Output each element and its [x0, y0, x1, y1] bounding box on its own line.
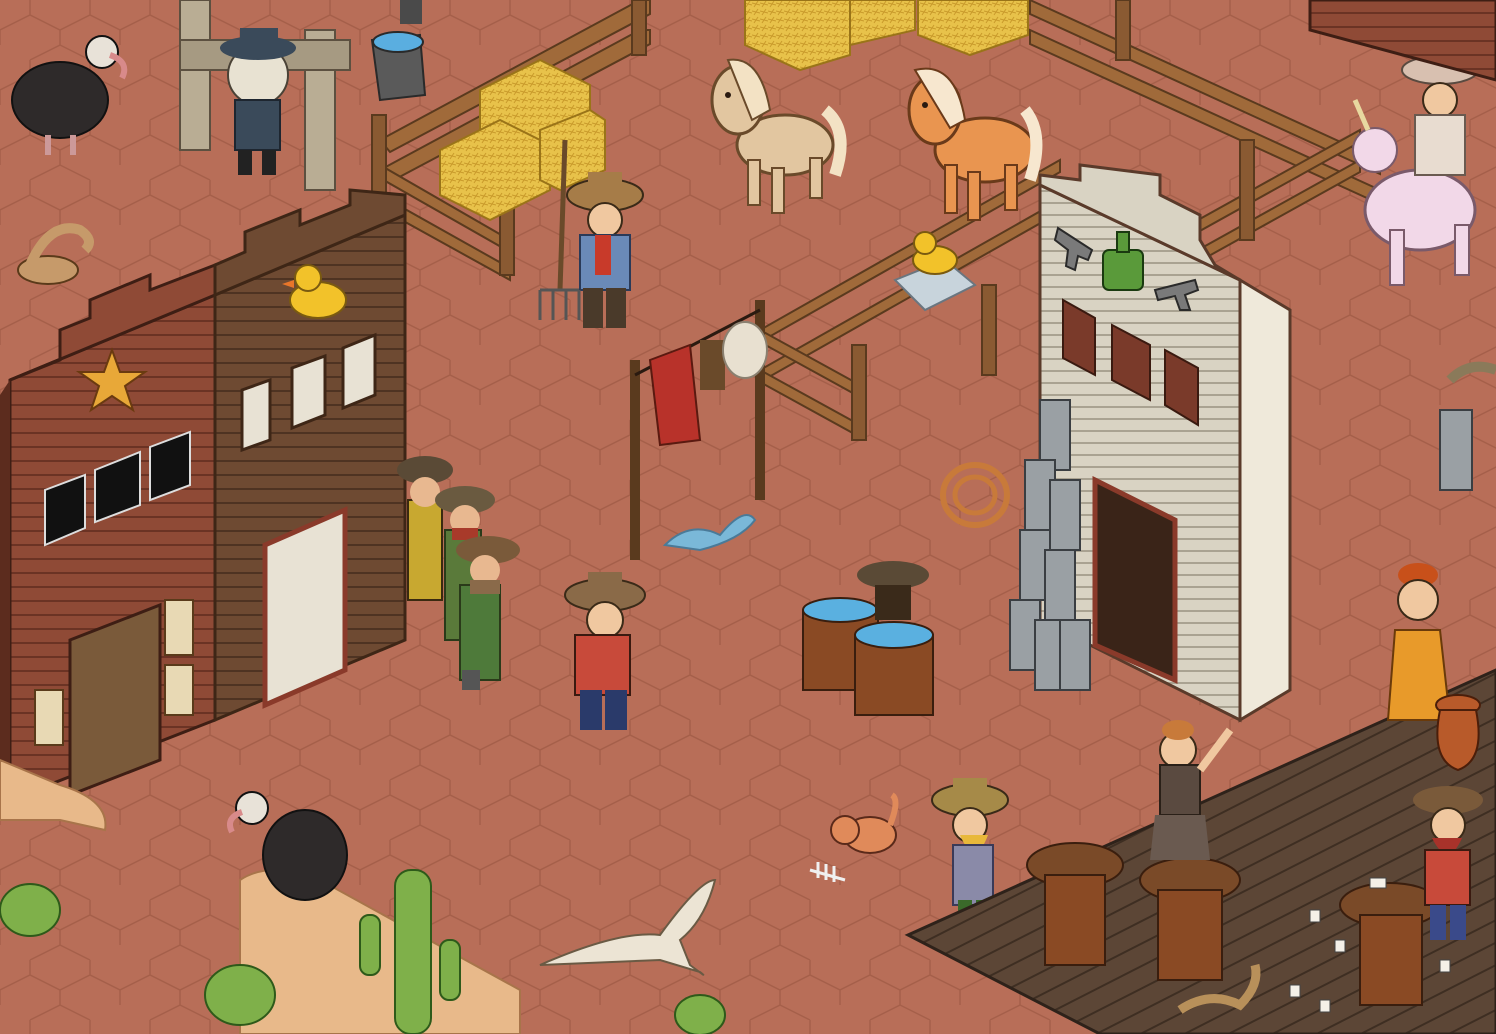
wanted-poster[interactable] [34, 689, 64, 746]
sheriff-door[interactable] [68, 602, 162, 798]
saloon-with-rubber-duck-sign[interactable] [213, 188, 407, 723]
wanted-poster[interactable] [164, 599, 194, 656]
clay-vase[interactable] [1435, 694, 1481, 772]
milk-can[interactable] [1439, 409, 1473, 491]
saloon-door[interactable] [262, 506, 348, 709]
game-scene [0, 0, 1496, 1034]
town-canvas [0, 0, 1496, 1034]
wanted-poster[interactable] [164, 664, 194, 716]
